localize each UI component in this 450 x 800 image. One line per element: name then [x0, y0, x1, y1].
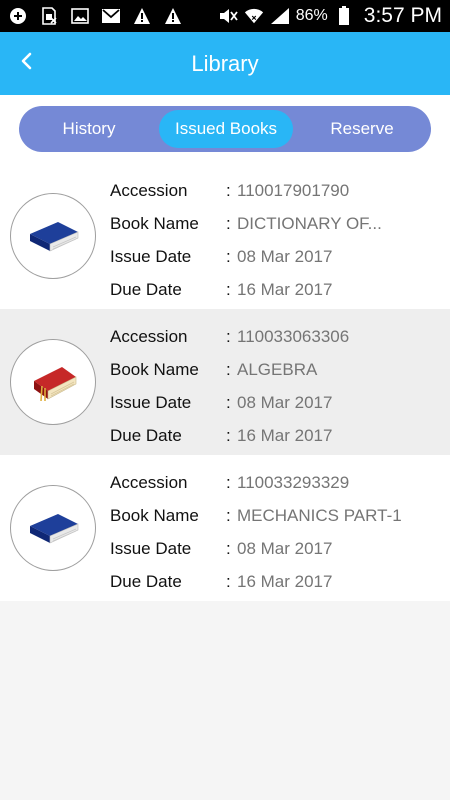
issued-books-list: Accession : 110017901790 Book Name : DIC…	[0, 163, 450, 601]
tab-reserve[interactable]: Reserve	[293, 110, 431, 148]
issue-date-label: Issue Date	[110, 246, 192, 266]
accession-row: Accession : 110017901790	[110, 174, 382, 207]
separator: :	[226, 180, 231, 200]
separator: :	[226, 326, 231, 346]
separator: :	[226, 279, 231, 299]
separator: :	[226, 213, 231, 233]
due-date-value: 16 Mar 2017	[237, 571, 333, 591]
book-name-label: Book Name	[110, 213, 199, 233]
issue-date-value: 08 Mar 2017	[237, 392, 333, 412]
issue-date-row: Issue Date : 08 Mar 2017	[110, 240, 382, 273]
accession-label: Accession	[110, 472, 188, 492]
tab-history[interactable]: History	[19, 110, 159, 148]
page-title: Library	[191, 50, 259, 76]
separator: :	[226, 359, 231, 379]
battery-percent: 86%	[295, 7, 328, 24]
book-details: Accession : 110017901790 Book Name : DIC…	[110, 174, 382, 306]
blue-book-icon	[24, 504, 82, 553]
clock: 3:57 PM	[363, 4, 442, 27]
issue-date-row: Issue Date : 08 Mar 2017	[110, 532, 402, 565]
issue-date-value: 08 Mar 2017	[237, 246, 333, 266]
list-item[interactable]: Accession : 110017901790 Book Name : DIC…	[0, 163, 450, 309]
separator: :	[226, 571, 231, 591]
segmented-tabs: History Issued Books Reserve	[19, 106, 431, 152]
book-name-label: Book Name	[110, 505, 199, 525]
issue-date-label: Issue Date	[110, 392, 192, 412]
separator: :	[226, 472, 231, 492]
separator: :	[226, 505, 231, 525]
list-item[interactable]: Accession : 110033063306 Book Name : ALG…	[0, 309, 450, 455]
due-date-label: Due Date	[110, 279, 182, 299]
due-date-label: Due Date	[110, 571, 182, 591]
wifi-icon	[244, 6, 264, 26]
due-date-row: Due Date : 16 Mar 2017	[110, 273, 382, 306]
tab-issued-books[interactable]: Issued Books	[159, 110, 293, 148]
accession-value: 110033063306	[237, 326, 350, 346]
red-book-icon	[24, 355, 82, 410]
list-item[interactable]: Accession : 110033293329 Book Name : MEC…	[0, 455, 450, 601]
accession-label: Accession	[110, 326, 188, 346]
separator: :	[226, 538, 231, 558]
warning-icon	[163, 6, 183, 26]
status-bar: 86% 3:57 PM	[0, 0, 450, 32]
book-name-row: Book Name : MECHANICS PART-1	[110, 499, 402, 532]
sim-icon	[39, 6, 59, 26]
issue-date-row: Issue Date : 08 Mar 2017	[110, 386, 349, 419]
book-name-row: Book Name : DICTIONARY OF...	[110, 207, 382, 240]
accession-row: Accession : 110033063306	[110, 320, 349, 353]
accession-value: 110033293329	[237, 472, 350, 492]
book-avatar	[10, 339, 96, 425]
book-name-value: ALGEBRA	[237, 359, 318, 379]
book-name-value: DICTIONARY OF...	[237, 213, 382, 233]
due-date-row: Due Date : 16 Mar 2017	[110, 419, 349, 452]
signal-icon	[270, 6, 290, 26]
due-date-label: Due Date	[110, 425, 182, 445]
mute-icon	[218, 6, 238, 26]
chevron-left-icon	[19, 51, 35, 76]
book-details: Accession : 110033063306 Book Name : ALG…	[110, 320, 349, 452]
due-date-value: 16 Mar 2017	[237, 279, 333, 299]
issue-date-value: 08 Mar 2017	[237, 538, 333, 558]
status-bar-notifications	[8, 6, 183, 26]
book-avatar	[10, 485, 96, 571]
image-icon	[70, 6, 90, 26]
book-name-label: Book Name	[110, 359, 199, 379]
separator: :	[226, 425, 231, 445]
due-date-row: Due Date : 16 Mar 2017	[110, 565, 402, 598]
accession-label: Accession	[110, 180, 188, 200]
book-name-value: MECHANICS PART-1	[237, 505, 402, 525]
accession-value: 110017901790	[237, 180, 350, 200]
battery-icon	[334, 6, 354, 26]
accession-row: Accession : 110033293329	[110, 466, 402, 499]
due-date-value: 16 Mar 2017	[237, 425, 333, 445]
tabs-container: History Issued Books Reserve	[0, 95, 450, 163]
separator: :	[226, 246, 231, 266]
separator: :	[226, 392, 231, 412]
book-avatar	[10, 193, 96, 279]
add-icon	[8, 6, 28, 26]
blue-book-icon	[24, 212, 82, 261]
status-bar-system: 86% 3:57 PM	[218, 4, 442, 28]
book-details: Accession : 110033293329 Book Name : MEC…	[110, 466, 402, 598]
app-bar: Library	[0, 32, 450, 95]
warning-icon	[132, 6, 152, 26]
mail-icon	[101, 6, 121, 26]
book-name-row: Book Name : ALGEBRA	[110, 353, 349, 386]
issue-date-label: Issue Date	[110, 538, 192, 558]
back-button[interactable]	[10, 46, 44, 80]
